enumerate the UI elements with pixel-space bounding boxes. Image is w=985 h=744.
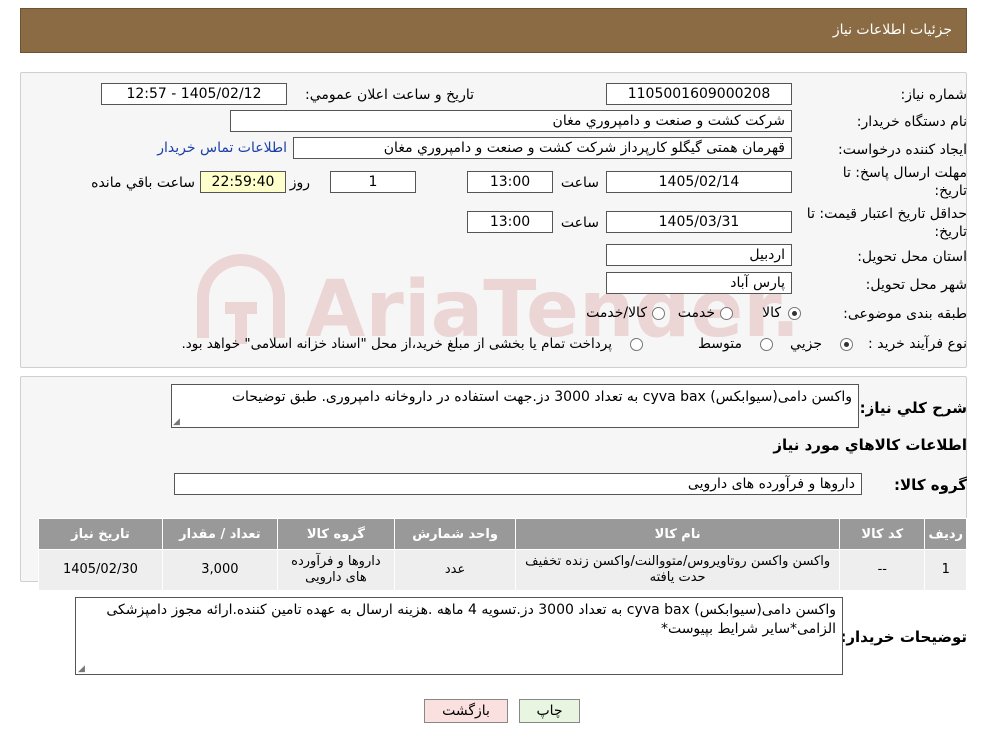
remaining-label: ساعت باقي مانده [91,175,195,191]
goods-group-field: داروها و فرآورده های دارويی [174,473,862,495]
resize-grip-icon[interactable]: ◢ [78,665,86,674]
category-radio-goods-service[interactable] [652,307,665,320]
deadline-label: مهلت ارسال پاسخ: تا [842,165,967,181]
category-option-service: خدمت [677,305,715,321]
cell-code: -- [839,549,926,591]
validity-label: حداقل تاريخ اعتبار قيمت: تا [806,206,967,222]
need-number-field: 1105001609000208 [606,83,792,105]
days-field: 1 [330,171,416,193]
process-radio-minor[interactable] [840,338,853,351]
remaining-time-field: 22:59:40 [200,171,286,193]
process-option-medium: متوسط [698,336,742,352]
category-option-goods-service: كالا/خدمت [586,305,647,321]
buyer-org-label: نام دستگاه خريدار: [856,114,967,130]
summary-label: شرح كلي نياز: [859,399,967,417]
summary-textarea[interactable]: واکسن دامی(سیوابکس) cyva bax به تعداد 30… [171,384,859,428]
city-field: پارس آباد [606,272,792,294]
col-unit: واحد شمارش [393,518,517,550]
col-name: نام كالا [515,518,841,550]
validity-label-date: تاريخ: [934,224,967,240]
buyer-contact-link[interactable]: اطلاعات تماس خريدار [157,140,287,156]
buyer-notes-label: توضيحات خريدار: [840,628,967,646]
page-title: جزئيات اطلاعات نياز [832,22,952,38]
items-table-header: رديف كد كالا نام كالا واحد شمارش گروه كا… [38,518,967,550]
col-code: كد كالا [839,518,926,550]
process-radio-treasury[interactable] [630,338,643,351]
process-radio-medium[interactable] [760,338,773,351]
buyer-notes-textarea[interactable]: واکسن دامی(سیوابکس) cyva bax به تعداد 30… [75,597,843,675]
validity-date-field: 1405/03/31 [606,211,792,233]
print-button[interactable]: چاپ [519,699,580,723]
city-label: شهر محل تحويل: [865,277,967,293]
deadline-time-label: ساعت [560,175,599,191]
col-date: تاريخ نياز [38,518,163,550]
process-label: نوع فرآيند خريد : [868,336,967,352]
category-radio-goods[interactable] [788,307,801,320]
goods-section-title: اطلاعات كالاهاي مورد نياز [773,436,967,454]
col-row: رديف [924,518,967,550]
creator-field: قهرمان همتی گیگلو کارپرداز شركت كشت و صن… [293,137,792,159]
process-note: پرداخت تمام يا بخشی از مبلغ خريد،از محل … [181,336,612,352]
announce-label: تاريخ و ساعت اعلان عمومي: [305,87,474,103]
col-group: گروه كالا [276,518,395,550]
deadline-label-date: تاريخ: [934,183,967,199]
announce-field: 1405/02/12 - 12:57 [101,83,287,105]
back-button[interactable]: بازگشت [424,699,508,723]
deadline-time-field: 13:00 [467,171,553,193]
validity-time-label: ساعت [560,215,599,231]
province-label: استان محل تحويل: [857,249,967,265]
col-qty: تعداد / مقدار [161,518,278,550]
validity-time-field: 13:00 [467,211,553,233]
items-table: رديف كد كالا نام كالا واحد شمارش گروه كا… [38,518,967,591]
deadline-date-field: 1405/02/14 [606,171,792,193]
table-row: 1 -- واکسن واکسن روتاویروس/متووالنت/واکس… [38,549,967,591]
cell-qty: 3,000 [161,549,278,591]
process-option-minor: جزيي [790,336,822,352]
category-label: طبقه بندی موضوعی: [843,306,967,322]
cell-unit: عدد [393,549,517,591]
page-header: جزئيات اطلاعات نياز [20,8,967,53]
cell-group: داروها و فرآورده های دارويی [276,549,395,591]
cell-name: واکسن واکسن روتاویروس/متووالنت/واکسن زند… [515,549,841,591]
cell-date: 1405/02/30 [38,549,163,591]
resize-grip-icon[interactable]: ◢ [173,418,181,427]
province-field: اردبيل [606,244,792,266]
category-option-goods: كالا [762,305,781,321]
category-radio-service[interactable] [720,307,733,320]
cell-row: 1 [924,549,967,591]
creator-label: ايجاد كننده درخواست: [838,142,967,158]
goods-group-label: گروه كالا: [894,476,967,494]
buyer-org-field: شركت كشت و صنعت و دامپروري مغان [230,110,792,132]
need-number-label: شماره نياز: [900,87,968,103]
